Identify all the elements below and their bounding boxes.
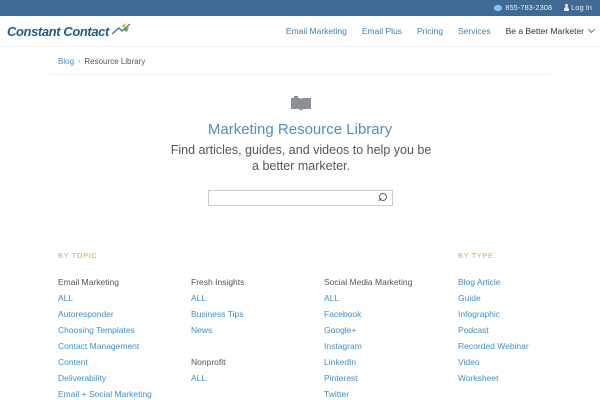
search-box: [208, 190, 393, 209]
topic-heading: Email Marketing: [58, 277, 119, 287]
topic-heading: Nonprofit: [191, 357, 226, 367]
breadcrumb: Blog › Resource Library: [58, 57, 145, 66]
topic-link[interactable]: ALL: [58, 290, 152, 306]
topic-link[interactable]: Contact Management: [58, 338, 152, 354]
topic-link[interactable]: Twitter: [324, 386, 412, 400]
chat-bubble-icon: [494, 4, 503, 11]
topic-link[interactable]: Choosing Templates: [58, 322, 152, 338]
topic-link[interactable]: ALL: [191, 370, 244, 386]
search-icon[interactable]: [377, 193, 387, 203]
page-subtitle: Find articles, guides, and videos to hel…: [170, 143, 432, 173]
by-type-label: BY TYPE: [458, 251, 494, 260]
breadcrumb-blog[interactable]: Blog: [58, 57, 74, 66]
chevron-right-icon: ›: [78, 58, 81, 65]
login-link[interactable]: Log In: [563, 3, 592, 12]
type-column: Blog Article Guide Infographic Podcast R…: [458, 274, 529, 386]
page-title: Marketing Resource Library: [207, 121, 393, 138]
utility-bar: 855-783-2308 Log In: [0, 0, 600, 16]
open-book-icon: [291, 96, 311, 111]
phone-number: 855-783-2308: [505, 3, 552, 12]
logo-text: Constant Contact: [7, 23, 109, 39]
type-link[interactable]: Video: [458, 354, 529, 370]
topic-link[interactable]: Facebook: [324, 306, 412, 322]
logo-mark-icon: [111, 23, 131, 35]
phone-link[interactable]: 855-783-2308: [494, 3, 552, 12]
login-label: Log In: [571, 3, 592, 12]
type-link[interactable]: Guide: [458, 290, 529, 306]
topic-column-2: Fresh Insights ALL Business Tips News No…: [191, 274, 244, 386]
topic-link[interactable]: Email + Social Marketing: [58, 386, 152, 400]
type-link[interactable]: Worksheet: [458, 370, 529, 386]
nav-services[interactable]: Services: [458, 26, 491, 36]
main-nav: Email Marketing Email Plus Pricing Servi…: [271, 25, 596, 36]
breadcrumb-current: Resource Library: [84, 57, 146, 66]
topic-heading: Fresh Insights: [191, 277, 245, 287]
topic-link[interactable]: Autoresponder: [58, 306, 152, 322]
topic-column-1: Email Marketing ALL Autoresponder Choosi…: [58, 274, 152, 400]
divider: [50, 74, 550, 75]
topic-link[interactable]: ALL: [191, 290, 244, 306]
nav-email-plus[interactable]: Email Plus: [362, 26, 402, 36]
topic-link[interactable]: Google+: [324, 322, 412, 338]
topic-link[interactable]: News: [191, 322, 244, 338]
topic-link[interactable]: Business Tips: [191, 306, 244, 322]
nav-pricing[interactable]: Pricing: [417, 26, 443, 36]
type-link[interactable]: Infographic: [458, 306, 529, 322]
main-header: Constant Contact Email Marketing Email P…: [0, 16, 600, 47]
topic-link[interactable]: Instagram: [324, 338, 412, 354]
topic-link[interactable]: Deliverability: [58, 370, 152, 386]
type-link[interactable]: Blog Article: [458, 274, 529, 290]
topic-link[interactable]: LinkedIn: [324, 354, 412, 370]
type-link[interactable]: Podcast: [458, 322, 529, 338]
chevron-down-icon: [587, 25, 596, 33]
search-input[interactable]: [209, 194, 374, 209]
topic-column-3: Social Media Marketing ALL Facebook Goog…: [324, 274, 412, 400]
topic-heading: Social Media Marketing: [324, 277, 413, 287]
type-link[interactable]: Recorded Webinar: [458, 338, 529, 354]
topic-link[interactable]: Content: [58, 354, 152, 370]
nav-be-a-better-marketer[interactable]: Be a Better Marketer: [505, 25, 596, 36]
topic-link[interactable]: ALL: [324, 290, 412, 306]
nav-dropdown-label: Be a Better Marketer: [505, 26, 584, 36]
logo[interactable]: Constant Contact: [7, 23, 132, 39]
by-topic-label: BY TOPIC: [58, 251, 98, 260]
nav-email-marketing[interactable]: Email Marketing: [286, 26, 347, 36]
person-icon: [563, 3, 569, 12]
topic-link[interactable]: Pinterest: [324, 370, 412, 386]
